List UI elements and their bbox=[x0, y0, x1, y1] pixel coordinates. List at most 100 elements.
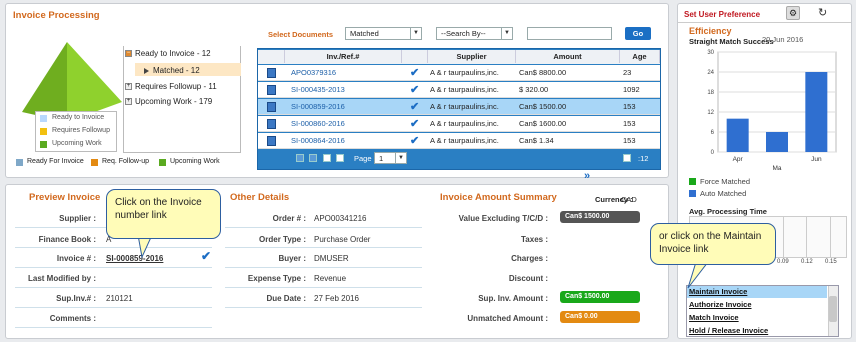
invoice-ref-link[interactable]: SI-000435-2013 bbox=[291, 82, 401, 98]
unmatched-amount-value: Can$ 0.00 bbox=[560, 311, 640, 323]
grid-header-supplier[interactable]: Supplier bbox=[428, 50, 516, 63]
buyer-value: DMUSER bbox=[314, 254, 349, 263]
x-tick-label: Apr bbox=[733, 156, 744, 163]
avg-chart-gridline bbox=[806, 216, 807, 258]
refresh-icon[interactable]: ↻ bbox=[818, 6, 827, 19]
callout-left: Click on the Invoice number link bbox=[106, 189, 221, 239]
document-icon[interactable] bbox=[267, 85, 276, 95]
checkmark-icon: ✔ bbox=[410, 118, 420, 130]
supplier-cell: A & r taurpaulins,inc. bbox=[430, 119, 499, 128]
pager-first-button[interactable] bbox=[296, 154, 304, 162]
invoice-processing-title: Invoice Processing bbox=[13, 10, 100, 21]
table-row[interactable]: SI-000864-2016 ✔ A & r taurpaulins,inc. Can… bbox=[258, 133, 660, 149]
bottom-legend-ready: Ready For Invoice bbox=[27, 158, 84, 165]
sup-inv-amount-label: Sup. Inv. Amount : bbox=[478, 294, 548, 303]
chevron-down-icon: ▼ bbox=[395, 153, 406, 163]
search-by-select[interactable]: --Search By-- ▼ bbox=[436, 27, 513, 40]
document-icon[interactable] bbox=[267, 136, 276, 146]
pager-next-button[interactable] bbox=[323, 154, 331, 162]
go-button[interactable]: Go bbox=[625, 27, 651, 40]
table-row[interactable]: SI-000860-2016 ✔ A & r taurpaulins,inc. Can… bbox=[258, 116, 660, 132]
expand-icon[interactable]: + bbox=[125, 83, 132, 91]
due-date-value: 27 Feb 2016 bbox=[314, 294, 359, 303]
divider bbox=[225, 247, 422, 248]
supplier-cell: A & r taurpaulins,inc. bbox=[430, 85, 499, 94]
value-excluding-label: Value Excluding T/C/D : bbox=[458, 214, 548, 223]
age-cell: 153 bbox=[623, 136, 636, 145]
divider bbox=[225, 287, 422, 288]
order-number-value: APO00341216 bbox=[314, 214, 367, 223]
unmatched-amount-label: Unmatched Amount : bbox=[467, 314, 548, 323]
amount-cell: Can$ 1500.00 bbox=[519, 102, 567, 111]
tree-item-matched-label: Matched - 12 bbox=[138, 66, 200, 75]
callout-right-pointer bbox=[687, 262, 709, 289]
divider bbox=[15, 287, 212, 288]
divider bbox=[15, 267, 212, 268]
age-cell: 153 bbox=[623, 119, 636, 128]
table-row[interactable]: SI-000859-2016 ✔ A & r taurpaulins,inc. Can… bbox=[258, 99, 660, 115]
divider bbox=[225, 267, 422, 268]
tree-item-followup[interactable]: + Requires Followup - 11 bbox=[125, 82, 217, 91]
arrow-right-icon bbox=[144, 67, 149, 74]
invoice-ref-link[interactable]: APO0379316 bbox=[291, 65, 401, 81]
x-tick-label: Jun bbox=[811, 156, 822, 163]
tree-item-upcoming[interactable]: + Upcoming Work - 179 bbox=[125, 97, 212, 106]
taxes-label: Taxes : bbox=[521, 235, 548, 244]
user-settings-icon[interactable]: ⚙ bbox=[786, 6, 800, 20]
menu-scrollbar-thumb[interactable] bbox=[829, 296, 837, 322]
grid-header-age[interactable]: Age bbox=[620, 50, 660, 63]
checkmark-icon: ✔ bbox=[410, 135, 420, 147]
expand-icon[interactable]: + bbox=[125, 98, 132, 106]
match-invoice-link[interactable]: Match Invoice bbox=[687, 312, 827, 324]
invoice-ref-link[interactable]: SI-000859-2016 bbox=[291, 99, 401, 115]
pager-total: :12 bbox=[638, 154, 649, 163]
pager-prev-button[interactable] bbox=[309, 154, 317, 162]
table-row[interactable]: SI-000435-2013 ✔ A & r taurpaulins,inc. $ 3… bbox=[258, 82, 660, 98]
chevron-down-icon: ▼ bbox=[410, 28, 421, 39]
y-tick-label: 24 bbox=[707, 70, 714, 76]
invoice-ref-link[interactable]: SI-000864-2016 bbox=[291, 133, 401, 149]
authorize-invoice-link[interactable]: Authorize Invoice bbox=[687, 299, 827, 311]
last-modified-label: Last Modified by : bbox=[28, 274, 96, 283]
divider bbox=[15, 327, 212, 328]
export-icon[interactable] bbox=[623, 154, 631, 162]
bar-apr bbox=[726, 118, 749, 152]
age-cell: 23 bbox=[623, 68, 632, 77]
callout-left-pointer bbox=[137, 235, 153, 259]
x-tick-label: Ma bbox=[772, 165, 781, 172]
document-filter-select[interactable]: Matched ▼ bbox=[345, 27, 422, 40]
avg-tick-0: 0.09 bbox=[777, 259, 789, 265]
pyramid-right-face bbox=[67, 42, 122, 122]
select-documents-label: Select Documents bbox=[268, 30, 334, 39]
bottom-legend-ready-swatch bbox=[16, 159, 23, 166]
efficiency-date: 20 Jun 2016 bbox=[762, 35, 804, 44]
document-icon[interactable] bbox=[267, 102, 276, 112]
double-chevron-down-icon[interactable]: » bbox=[584, 170, 590, 182]
order-number-label: Order # : bbox=[272, 214, 306, 223]
document-icon[interactable] bbox=[267, 119, 276, 129]
checkmark-icon: ✔ bbox=[410, 101, 420, 113]
finance-book-label: Finance Book : bbox=[38, 235, 96, 244]
y-tick-label: 12 bbox=[707, 110, 714, 116]
y-tick-label: 30 bbox=[707, 50, 714, 56]
grid-header-amount[interactable]: Amount bbox=[516, 50, 620, 63]
amount-cell: Can$ 1.34 bbox=[519, 136, 554, 145]
invoice-ref-link[interactable]: SI-000860-2016 bbox=[291, 116, 401, 132]
grid-header-ref[interactable]: Inv./Ref.# bbox=[285, 50, 402, 63]
document-icon[interactable] bbox=[267, 68, 276, 78]
expense-type-value: Revenue bbox=[314, 274, 347, 283]
supplier-cell: A & r taurpaulins,inc. bbox=[430, 102, 499, 111]
tree-item-ready[interactable]: − Ready to Invoice - 12 bbox=[125, 49, 211, 58]
discount-label: Discount : bbox=[508, 274, 548, 283]
pager-last-button[interactable] bbox=[336, 154, 344, 162]
y-tick-label: 18 bbox=[707, 90, 714, 96]
avg-chart-gridline bbox=[830, 216, 831, 258]
table-row[interactable]: APO0379316 ✔ A & r taurpaulins,inc. Can$ 88… bbox=[258, 65, 660, 81]
avg-chart-gridline bbox=[783, 216, 784, 258]
search-input[interactable] bbox=[527, 27, 612, 40]
collapse-icon[interactable]: − bbox=[125, 50, 132, 58]
charges-label: Charges : bbox=[511, 254, 548, 263]
hold-release-invoice-link[interactable]: Hold / Release Invoice bbox=[687, 325, 827, 337]
legend-auto-swatch bbox=[689, 190, 696, 197]
pager-page-select[interactable]: 1 ▼ bbox=[374, 152, 407, 164]
